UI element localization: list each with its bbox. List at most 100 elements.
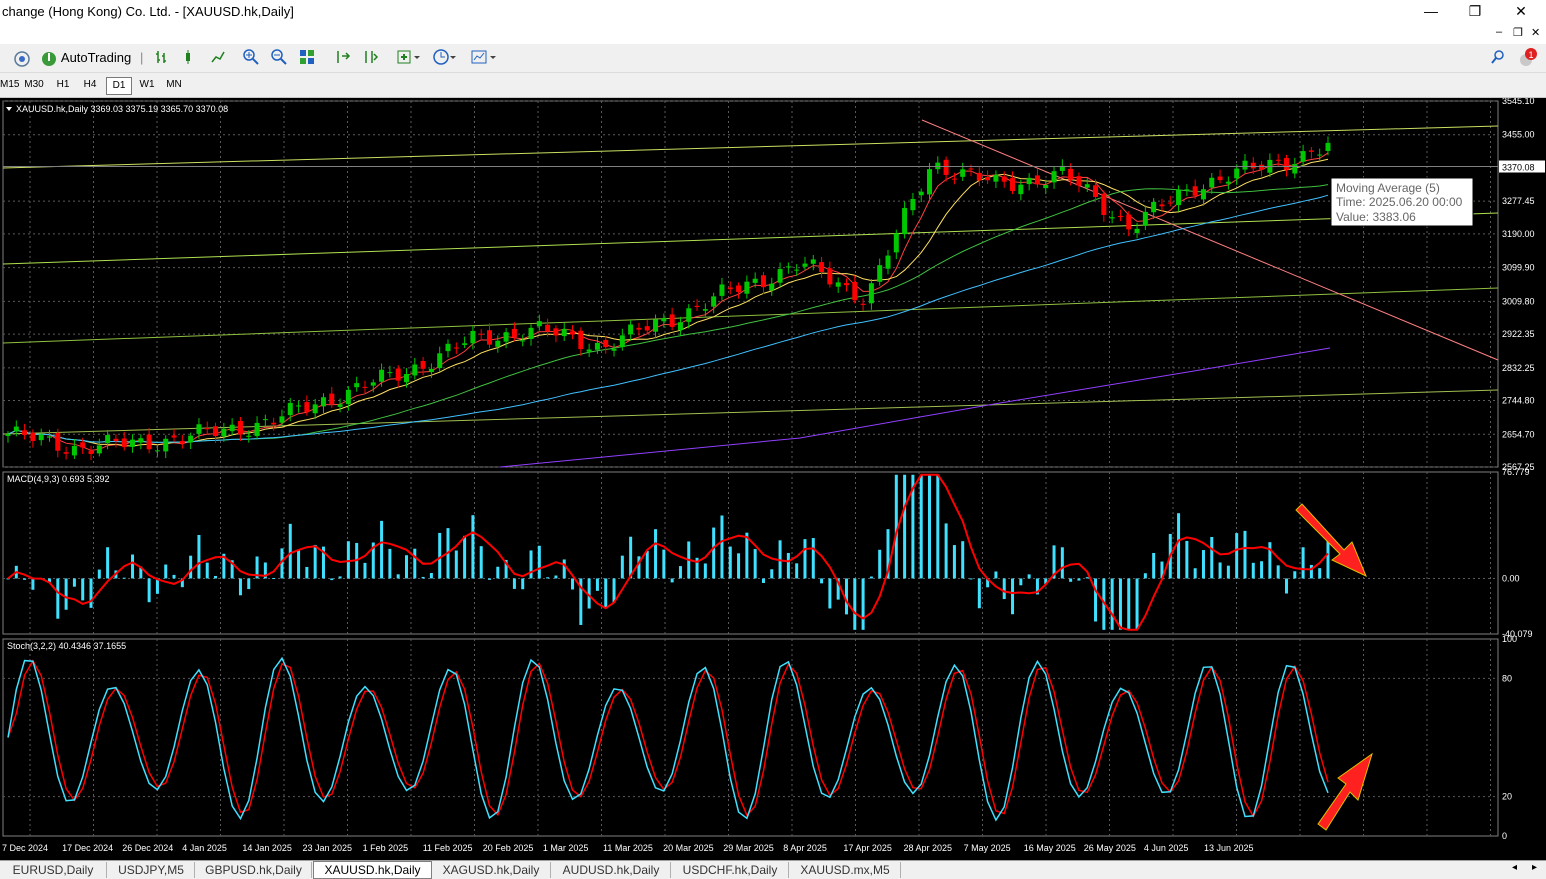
- trend-line[interactable]: [2, 212, 1499, 265]
- candle-body[interactable]: [570, 331, 576, 335]
- candle-body[interactable]: [536, 321, 542, 327]
- candle-body[interactable]: [412, 364, 418, 376]
- periods-icon[interactable]: [432, 48, 458, 68]
- candle-body[interactable]: [520, 340, 526, 342]
- candle-body[interactable]: [55, 432, 61, 451]
- candle-body[interactable]: [1151, 201, 1157, 213]
- candle-body[interactable]: [487, 330, 493, 345]
- trend-line[interactable]: [2, 389, 1499, 435]
- candle-body[interactable]: [121, 438, 127, 448]
- candle-body[interactable]: [968, 168, 974, 170]
- moving-average-line[interactable]: [7, 158, 1329, 447]
- candle-body[interactable]: [553, 328, 559, 336]
- bar-chart-icon[interactable]: [154, 48, 170, 68]
- candle-body[interactable]: [902, 207, 908, 235]
- candle-body[interactable]: [1292, 164, 1298, 174]
- candle-body[interactable]: [1051, 171, 1057, 183]
- candle-body[interactable]: [1026, 177, 1032, 185]
- candle-body[interactable]: [1192, 186, 1198, 196]
- candle-body[interactable]: [711, 296, 717, 307]
- candle-body[interactable]: [287, 402, 293, 416]
- candle-body[interactable]: [395, 368, 401, 381]
- chart-canvas[interactable]: 3370.08 3545.10 3455.00 3277.45 3190.00 3099.…: [0, 96, 1546, 860]
- candle-body[interactable]: [594, 342, 600, 350]
- candle-body[interactable]: [802, 263, 808, 267]
- indicators-icon[interactable]: [396, 48, 422, 68]
- candle-body[interactable]: [1176, 189, 1182, 206]
- candle-body[interactable]: [1308, 150, 1314, 152]
- timeframe-mn[interactable]: MN: [162, 77, 186, 93]
- candle-body[interactable]: [154, 450, 160, 452]
- candle-body[interactable]: [229, 424, 235, 432]
- candle-body[interactable]: [1259, 164, 1265, 170]
- candle-body[interactable]: [819, 262, 825, 273]
- candle-body[interactable]: [1109, 217, 1115, 219]
- trend-line[interactable]: [2, 125, 1499, 169]
- candle-body[interactable]: [213, 426, 219, 437]
- candle-body[interactable]: [760, 275, 766, 288]
- candle-body[interactable]: [702, 309, 708, 311]
- candle-body[interactable]: [943, 159, 949, 175]
- candle-body[interactable]: [337, 404, 343, 407]
- candle-body[interactable]: [545, 324, 551, 332]
- up-arrow-annotation[interactable]: [1317, 752, 1373, 831]
- candle-body[interactable]: [1018, 184, 1024, 195]
- chart-tab[interactable]: EURUSD,Daily: [0, 862, 107, 878]
- candle-body[interactable]: [105, 435, 111, 444]
- candle-body[interactable]: [1300, 151, 1306, 162]
- candle-body[interactable]: [719, 284, 725, 296]
- candle-body[interactable]: [1076, 176, 1082, 186]
- candle-body[interactable]: [852, 281, 858, 301]
- candle-body[interactable]: [478, 333, 484, 335]
- candle-body[interactable]: [1234, 168, 1240, 179]
- candle-body[interactable]: [63, 452, 69, 454]
- mdi-minimize-button[interactable]: –: [1496, 26, 1502, 38]
- candle-body[interactable]: [1250, 162, 1256, 169]
- candle-body[interactable]: [993, 174, 999, 182]
- candle-body[interactable]: [644, 326, 650, 331]
- maximize-button[interactable]: ❐: [1452, 0, 1498, 22]
- candle-body[interactable]: [785, 266, 791, 268]
- chart-tab[interactable]: XAUUSD.mx,M5: [790, 862, 901, 878]
- candle-body[interactable]: [237, 421, 243, 435]
- candle-body[interactable]: [462, 343, 468, 345]
- line-chart-icon[interactable]: [210, 48, 226, 68]
- candle-body[interactable]: [329, 393, 335, 404]
- candle-body[interactable]: [1217, 176, 1223, 181]
- candle-body[interactable]: [628, 324, 634, 335]
- candle-body[interactable]: [1209, 177, 1215, 188]
- candle-body[interactable]: [13, 426, 19, 432]
- candle-body[interactable]: [403, 373, 409, 383]
- candle-body[interactable]: [528, 327, 534, 340]
- candle-body[interactable]: [495, 340, 501, 347]
- tile-windows-icon[interactable]: [298, 48, 316, 68]
- candle-body[interactable]: [1126, 214, 1132, 230]
- candle-body[interactable]: [296, 405, 302, 407]
- candle-body[interactable]: [320, 397, 326, 407]
- candle-body[interactable]: [927, 169, 933, 195]
- candle-body[interactable]: [985, 177, 991, 181]
- chart-tab[interactable]: XAUUSD.hk,Daily: [313, 861, 432, 879]
- candle-body[interactable]: [976, 172, 982, 181]
- timeframe-h1[interactable]: H1: [51, 77, 75, 93]
- chart-tab[interactable]: GBPUSD.hk,Daily: [196, 862, 312, 878]
- candle-body[interactable]: [727, 287, 733, 290]
- candle-body[interactable]: [71, 445, 77, 456]
- candle-body[interactable]: [677, 322, 683, 330]
- zoom-in-icon[interactable]: [242, 48, 260, 68]
- candle-body[interactable]: [744, 281, 750, 294]
- candle-body[interactable]: [196, 424, 202, 434]
- candle-body[interactable]: [503, 332, 509, 342]
- candle-body[interactable]: [370, 382, 376, 386]
- candle-body[interactable]: [1117, 215, 1123, 217]
- tab-scroll-right-icon[interactable]: ▸: [1532, 862, 1537, 873]
- candle-body[interactable]: [1275, 159, 1281, 161]
- timeframe-d1[interactable]: D1: [106, 77, 132, 95]
- zoom-out-icon[interactable]: [270, 48, 288, 68]
- tab-scroll-left-icon[interactable]: ◂: [1512, 862, 1517, 873]
- candle-body[interactable]: [179, 440, 185, 444]
- stoch-main-line[interactable]: [7, 656, 1329, 822]
- candle-body[interactable]: [1200, 189, 1206, 200]
- candle-body[interactable]: [752, 278, 758, 283]
- candle-body[interactable]: [246, 435, 252, 437]
